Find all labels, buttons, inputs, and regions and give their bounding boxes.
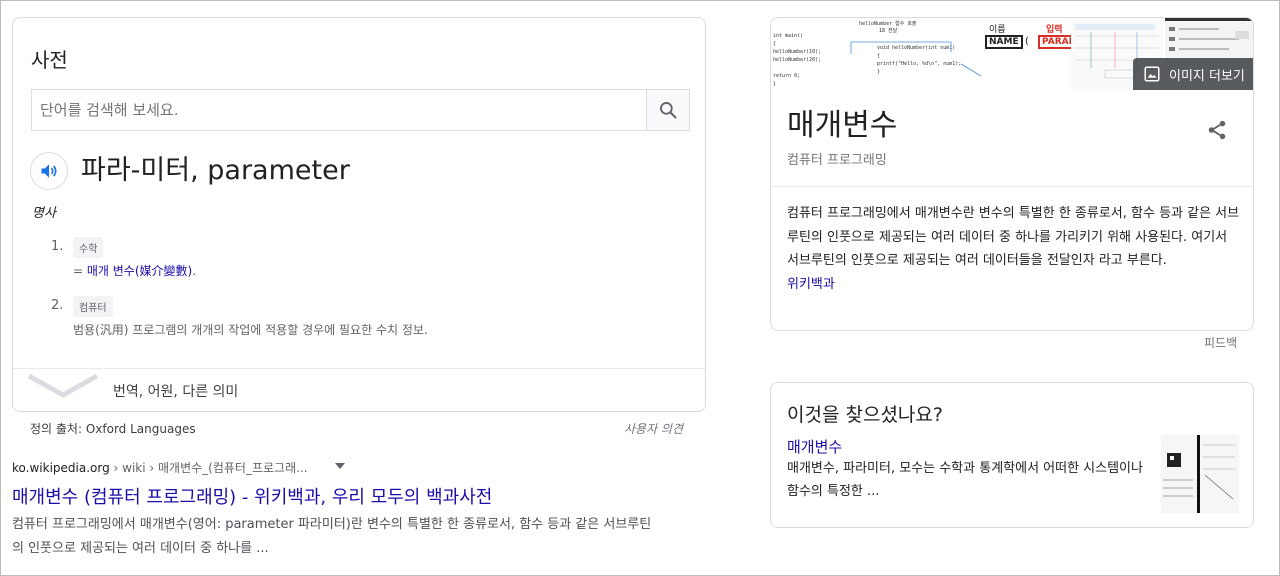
image-strip[interactable]: helloNumber 함수 호출 18 전달 int main() { hel… [771, 18, 1253, 90]
result-url: ko.wikipedia.org › wiki › 매개변수_(컴퓨터_프로그래… [12, 459, 308, 476]
panel-description-text: 컴퓨터 프로그래밍에서 매개변수란 변수의 특별한 한 종류로서, 함수 등과 … [787, 206, 1240, 268]
dictionary-search-input[interactable] [32, 90, 646, 130]
did-you-mean-link[interactable]: 매개변수 [787, 436, 842, 457]
panel-description: 컴퓨터 프로그래밍에서 매개변수란 변수의 특별한 한 종류로서, 함수 등과 … [787, 202, 1241, 296]
code-line: } [773, 81, 777, 87]
sense-number: 1. [51, 239, 64, 254]
sense-number: 2. [51, 298, 64, 313]
wikipedia-source-link[interactable]: 위키백과 [787, 277, 835, 292]
sense-link[interactable]: 매개 변수(媒介變數) [87, 264, 192, 278]
result-domain: ko.wikipedia.org [12, 461, 110, 475]
paren-glyph: ( [1025, 36, 1029, 47]
speaker-icon [41, 164, 57, 178]
sense-definition: 범용(汎用) 프로그램의 개개의 작업에 적용할 경우에 필요한 수치 정보. [73, 323, 428, 337]
sense-prefix: = [73, 264, 87, 278]
panel-divider [771, 186, 1253, 187]
did-you-mean-card: 이것을 찾으셨나요? 매개변수 매개변수, 파라미터, 모수는 수학과 통계학에… [770, 382, 1254, 528]
name-box: NAME [985, 35, 1023, 49]
dictionary-feedback-link[interactable]: 사용자 의견 [624, 420, 683, 437]
knowledge-panel: helloNumber 함수 호출 18 전달 int main() { hel… [770, 17, 1254, 331]
headword: 파라-미터, parameter [81, 155, 350, 186]
code-arrows [850, 41, 981, 77]
chevron-down-icon [27, 373, 99, 398]
panel-feedback-link[interactable]: 피드백 [1204, 334, 1237, 351]
sense-definition: = 매개 변수(媒介變數). [73, 262, 196, 279]
name-label: 이름 [989, 25, 1006, 35]
result-title-link[interactable]: 매개변수 (컴퓨터 프로그래밍) - 위키백과, 우리 모두의 백과사전 [12, 483, 492, 509]
pronunciation-button[interactable] [30, 152, 68, 190]
dropdown-arrow-icon[interactable] [335, 462, 345, 470]
param-label: 입력 [1046, 25, 1063, 35]
definition-source: 정의 출처: Oxford Languages [30, 422, 196, 436]
code-main-block: int main() { helloNumber(10); helloNumbe… [773, 32, 821, 88]
result-path: › wiki › 매개변수_(컴퓨터_프로그래... [109, 461, 308, 475]
code-line: helloNumber(10); [773, 49, 822, 55]
did-you-mean-thumbnail[interactable] [1161, 435, 1239, 513]
result-snippet: 컴퓨터 프로그래밍에서 매개변수(영어: parameter 파라미터)란 변수… [12, 517, 652, 556]
sense-suffix: . [192, 264, 197, 278]
thumbnail-graphic [1161, 435, 1239, 513]
code-line: helloNumber(20); [773, 57, 822, 63]
code-line: { [773, 41, 777, 47]
more-images-button[interactable]: 이미지 더보기 [1133, 58, 1253, 90]
image-icon [1144, 66, 1160, 82]
part-of-speech: 명사 [32, 206, 56, 221]
dictionary-search-box [31, 89, 690, 131]
panel-subtitle: 컴퓨터 프로그래밍 [787, 153, 887, 168]
share-icon [1208, 120, 1226, 140]
subject-tag: 컴퓨터 [73, 296, 113, 317]
dictionary-title: 사전 [31, 48, 68, 72]
more-images-label: 이미지 더보기 [1169, 68, 1245, 84]
subject-tag: 수학 [73, 237, 104, 258]
search-button[interactable] [646, 90, 689, 130]
did-you-mean-snippet: 매개변수, 파라미터, 모수는 수학과 통계학에서 어떠한 시스템이나 함수의 … [787, 461, 1143, 499]
dictionary-card: 사전 파라-미터, parameter 명사 1. 수학 = 매개 변수(媒介變… [12, 17, 706, 412]
did-you-mean-title: 이것을 찾으셨나요? [787, 404, 943, 426]
expand-label: 번역, 어원, 다른 의미 [113, 384, 239, 400]
expand-more-row[interactable]: 번역, 어원, 다른 의미 [13, 368, 705, 411]
search-icon [660, 102, 677, 119]
code-line: int main() [773, 33, 804, 39]
share-button[interactable] [1201, 114, 1233, 146]
code-example-image[interactable]: helloNumber 함수 호출 18 전달 int main() { hel… [771, 18, 983, 90]
panel-title: 매개변수 [787, 108, 898, 143]
code-line: return 0; [773, 73, 801, 79]
